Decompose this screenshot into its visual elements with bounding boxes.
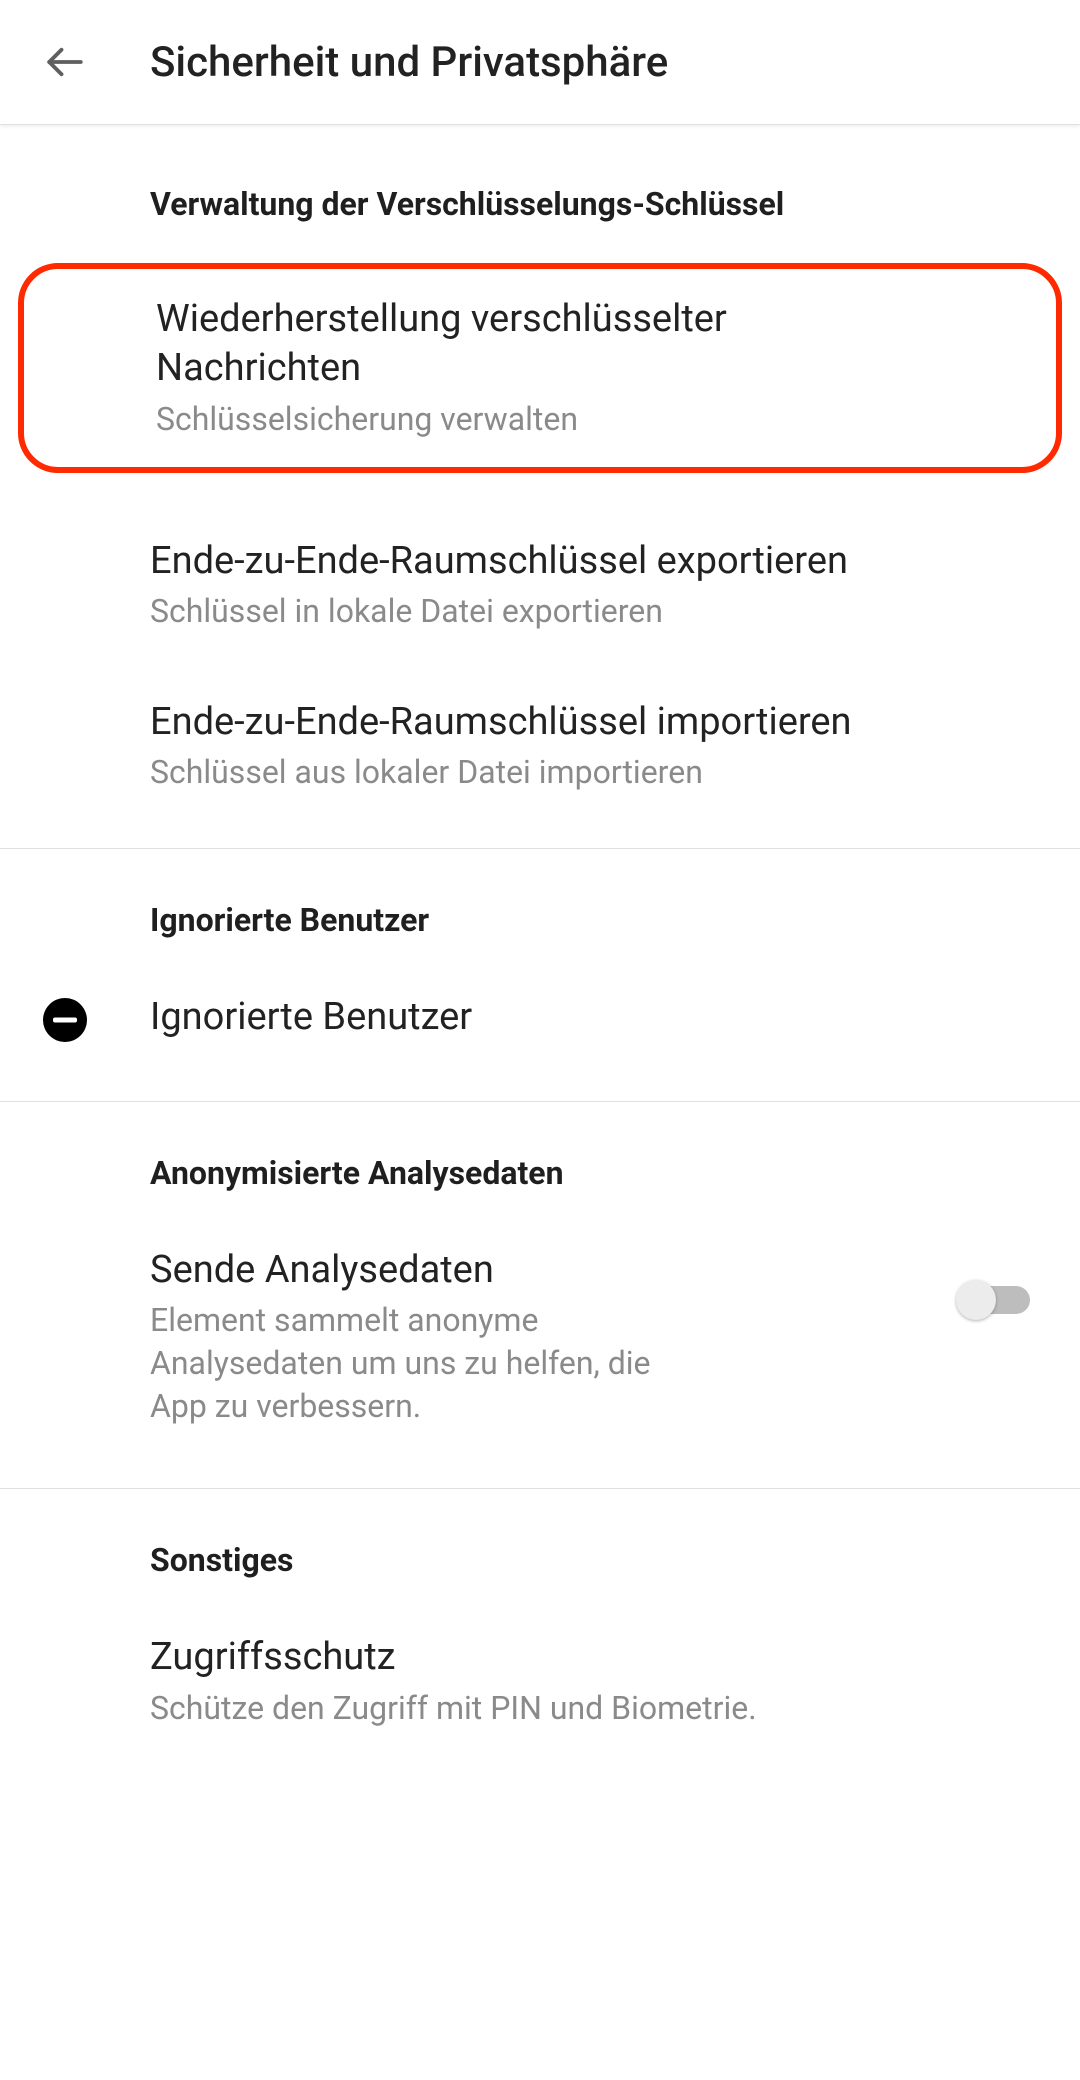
item-subtitle: Schlüsselsicherung verwalten xyxy=(156,398,924,441)
item-export-room-keys[interactable]: Ende-zu-Ende-Raumschlüssel exportieren S… xyxy=(0,513,1080,674)
item-send-analytics[interactable]: Sende Analysedaten Element sammelt anony… xyxy=(0,1222,1080,1459)
item-subtitle: Element sammelt anonyme Analysedaten um … xyxy=(150,1299,670,1429)
item-title: Ende-zu-Ende-Raumschlüssel exportieren xyxy=(150,537,930,586)
back-icon[interactable] xyxy=(40,37,90,87)
item-subtitle: Schütze den Zugriff mit PIN und Biometri… xyxy=(150,1687,930,1730)
item-subtitle: Schlüssel aus lokaler Datei importieren xyxy=(150,751,930,794)
app-bar: Sicherheit und Privatsphäre xyxy=(0,0,1080,125)
item-title: Wiederherstellung verschlüsselter Nachri… xyxy=(156,295,924,394)
item-encrypted-message-recovery[interactable]: Wiederherstellung verschlüsselter Nachri… xyxy=(18,263,1062,473)
item-ignored-users[interactable]: Ignorierte Benutzer xyxy=(0,969,1080,1070)
section-header-other: Sonstiges xyxy=(0,1489,1080,1609)
toggle-switch[interactable] xyxy=(958,1286,1030,1314)
item-title: Sende Analysedaten xyxy=(150,1246,918,1295)
section-header-ignored: Ignorierte Benutzer xyxy=(0,849,1080,969)
section-header-analytics: Anonymisierte Analysedaten xyxy=(0,1102,1080,1222)
item-title: Ignorierte Benutzer xyxy=(150,993,472,1042)
item-import-room-keys[interactable]: Ende-zu-Ende-Raumschlüssel importieren S… xyxy=(0,674,1080,819)
page-title: Sicherheit und Privatsphäre xyxy=(150,38,668,87)
item-subtitle: Schlüssel in lokale Datei exportieren xyxy=(150,590,930,633)
section-header-keys: Verwaltung der Verschlüsselungs-Schlüsse… xyxy=(0,125,1080,253)
item-access-protection[interactable]: Zugriffsschutz Schütze den Zugriff mit P… xyxy=(0,1609,1080,1754)
item-title: Ende-zu-Ende-Raumschlüssel importieren xyxy=(150,698,930,747)
minus-circle-icon xyxy=(40,995,90,1045)
item-title: Zugriffsschutz xyxy=(150,1633,930,1682)
